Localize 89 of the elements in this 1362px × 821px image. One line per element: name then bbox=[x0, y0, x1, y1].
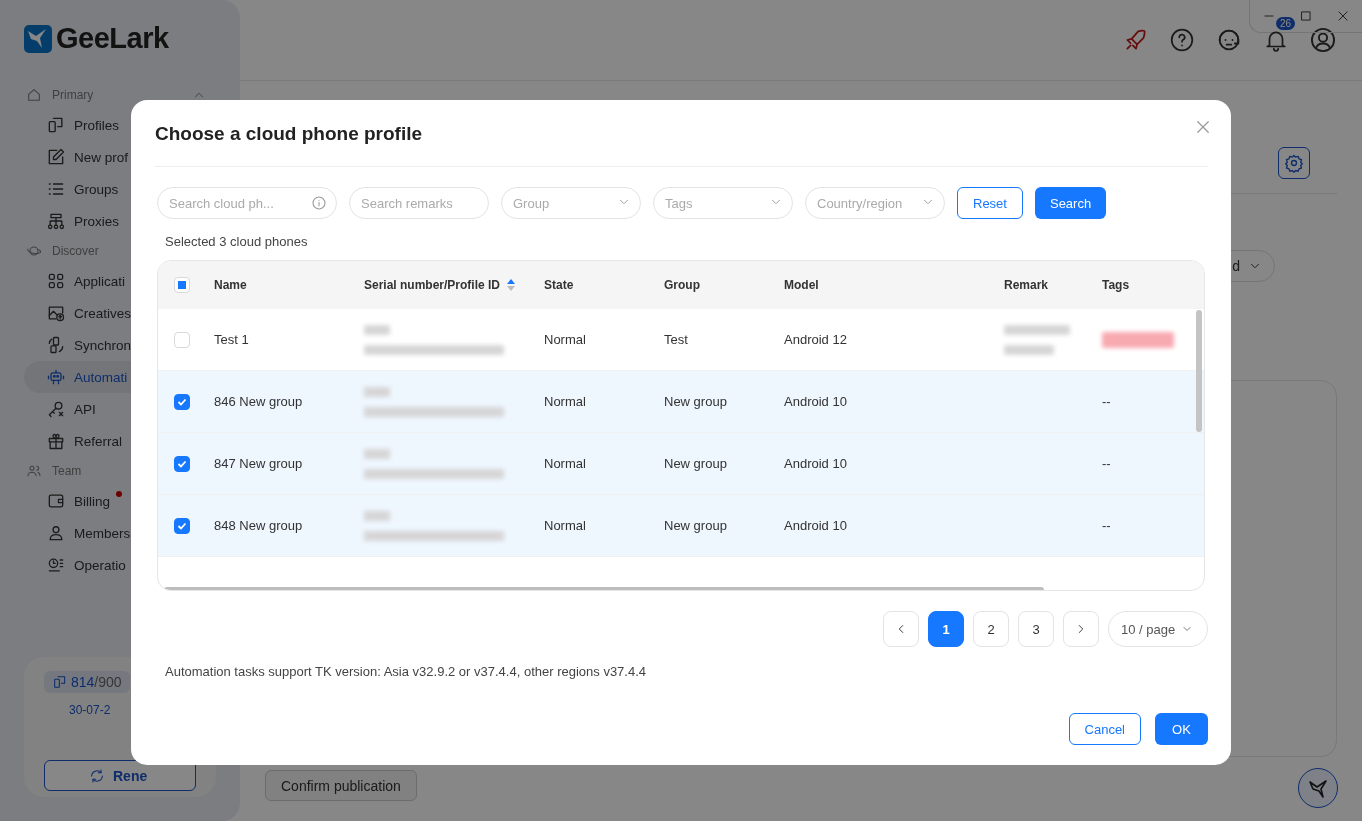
renew-button[interactable]: Rene bbox=[44, 760, 196, 791]
blurred-tag bbox=[1102, 331, 1174, 348]
logo-text: GeeLark bbox=[56, 22, 169, 55]
table-cell: -- bbox=[1102, 456, 1111, 471]
blurred-text bbox=[364, 386, 390, 397]
table-cell: New group bbox=[664, 456, 727, 471]
table-cell: Normal bbox=[544, 394, 586, 409]
maximize-icon[interactable] bbox=[1299, 9, 1313, 23]
sync-icon bbox=[46, 335, 66, 355]
table-cell: Android 10 bbox=[784, 456, 847, 471]
table-cell: New group bbox=[664, 394, 727, 409]
table-cell: Normal bbox=[544, 518, 586, 533]
close-icon[interactable] bbox=[1194, 118, 1212, 136]
home-icon bbox=[26, 87, 42, 103]
settings-button[interactable] bbox=[1278, 147, 1310, 179]
table-cell: Android 10 bbox=[784, 394, 847, 409]
table-cell: Normal bbox=[544, 332, 586, 347]
page-button[interactable]: 1 bbox=[928, 611, 964, 647]
table-cell: -- bbox=[1102, 394, 1111, 409]
table-cell: -- bbox=[1102, 518, 1111, 533]
section-label: Discover bbox=[52, 244, 99, 258]
checkbox[interactable] bbox=[174, 517, 190, 534]
logo-icon bbox=[24, 23, 52, 54]
settings-icon bbox=[1284, 153, 1304, 173]
info-icon bbox=[311, 195, 327, 211]
table-cell: Android 12 bbox=[784, 332, 847, 347]
column-header[interactable]: Remark bbox=[1004, 278, 1049, 292]
help-icon[interactable] bbox=[1169, 27, 1195, 53]
table-cell: Test bbox=[664, 332, 688, 347]
column-header[interactable]: Model bbox=[784, 278, 819, 292]
search-button[interactable]: Search bbox=[1034, 187, 1107, 219]
gift-icon bbox=[46, 431, 66, 451]
grid-icon bbox=[46, 271, 66, 291]
blurred-text bbox=[364, 324, 390, 335]
table-row[interactable]: 848 New group Normal New group Android 10 -- bbox=[158, 495, 1204, 557]
robot-icon bbox=[46, 367, 66, 387]
page-button[interactable]: 2 bbox=[973, 611, 1009, 647]
blurred-text bbox=[1004, 324, 1070, 335]
table-cell: Normal bbox=[544, 456, 586, 471]
edit-icon bbox=[46, 147, 66, 167]
section-label: Team bbox=[52, 464, 82, 478]
expiry-date: 30-07-2 bbox=[69, 703, 111, 717]
table-cell: New group bbox=[664, 518, 727, 533]
blurred-text bbox=[364, 510, 390, 521]
column-header[interactable]: Group bbox=[664, 278, 700, 292]
column-header[interactable]: Serial number/Profile ID bbox=[364, 278, 501, 292]
blurred-text bbox=[1004, 344, 1054, 355]
sidebar-item[interactable]: Applicati bbox=[24, 265, 216, 297]
user-icon[interactable] bbox=[1309, 26, 1337, 54]
filter-select[interactable]: Country/region bbox=[805, 187, 945, 219]
assistant-button[interactable] bbox=[1298, 768, 1338, 808]
rocket-icon[interactable] bbox=[1123, 27, 1149, 53]
page-button[interactable]: 3 bbox=[1018, 611, 1054, 647]
table-row[interactable]: 846 New group Normal New group Android 10 -- bbox=[158, 371, 1204, 433]
table-cell: 846 New group bbox=[214, 394, 303, 409]
search-field[interactable]: Search cloud ph... bbox=[157, 187, 337, 219]
usage-pill: 814/900 bbox=[44, 671, 130, 693]
people-icon bbox=[26, 463, 42, 479]
column-header[interactable]: Tags bbox=[1102, 278, 1130, 292]
phone-icon bbox=[52, 674, 68, 690]
confirm-publication-button[interactable]: Confirm publication bbox=[265, 770, 417, 801]
sort-icon[interactable] bbox=[506, 278, 517, 292]
network-icon bbox=[46, 211, 66, 231]
filter-select[interactable]: Group bbox=[501, 187, 641, 219]
table-row[interactable]: 847 New group Normal New group Android 10 -- bbox=[158, 433, 1204, 495]
selection-summary: Selected 3 cloud phones bbox=[165, 234, 309, 249]
section-label: Primary bbox=[52, 88, 94, 102]
filter-select[interactable]: Tags bbox=[653, 187, 793, 219]
ok-button[interactable]: OK bbox=[1155, 713, 1208, 745]
checkbox[interactable] bbox=[174, 393, 190, 410]
planet-icon bbox=[26, 243, 42, 259]
vertical-scrollbar[interactable] bbox=[1196, 310, 1202, 432]
table-cell: 847 New group bbox=[214, 456, 303, 471]
reset-button[interactable]: Reset bbox=[957, 187, 1023, 219]
key-icon bbox=[46, 399, 66, 419]
search-field[interactable]: Search remarks bbox=[349, 187, 489, 219]
cancel-button[interactable]: Cancel bbox=[1068, 713, 1141, 745]
version-note: Automation tasks support TK version: Asia v32.9.2 or v37.4.4, other regions v37.4.4 bbox=[165, 664, 648, 679]
checkbox[interactable] bbox=[174, 455, 190, 472]
close-icon[interactable] bbox=[1336, 9, 1351, 23]
column-header[interactable]: State bbox=[544, 278, 574, 292]
table-cell: 848 New group bbox=[214, 518, 303, 533]
table-cell: Android 10 bbox=[784, 518, 847, 533]
column-header[interactable]: Name bbox=[214, 278, 247, 292]
table-cell: Test 1 bbox=[214, 332, 249, 347]
notification-count: 26 bbox=[1276, 17, 1296, 30]
phone-icon bbox=[46, 115, 66, 135]
blurred-text bbox=[364, 448, 390, 459]
refresh-icon bbox=[89, 767, 105, 784]
